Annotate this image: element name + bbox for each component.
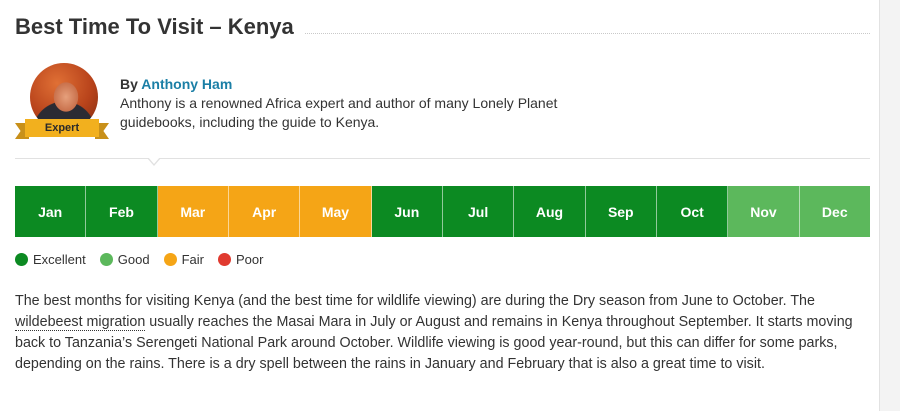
author-divider: [15, 157, 870, 186]
legend-dot-poor: [217, 252, 231, 266]
legend-label-fair: Fair: [181, 251, 204, 267]
expert-badge: Expert: [15, 119, 109, 141]
wildebeest-migration-link[interactable]: wildebeest migration: [15, 314, 146, 331]
author-block: Expert By Anthony Ham Anthony is a renow…: [15, 62, 870, 158]
by-prefix: By: [120, 76, 142, 92]
legend-item-poor: Poor: [217, 251, 264, 267]
month-jun[interactable]: Jun: [371, 186, 443, 237]
title-row: Best Time To Visit – Kenya: [15, 0, 870, 62]
month-jan[interactable]: Jan: [15, 186, 87, 237]
month-may[interactable]: May: [300, 186, 372, 237]
month-aug[interactable]: Aug: [514, 186, 586, 237]
best-time-section: Best Time To Visit – Kenya Expert By Ant…: [15, 0, 870, 375]
legend-dot-excellent: [15, 252, 28, 266]
legend-label-poor: Poor: [235, 251, 264, 267]
legend-item-good: Good: [99, 251, 150, 267]
divider-line: [15, 158, 870, 159]
badge-label: Expert: [25, 119, 99, 137]
month-oct[interactable]: Oct: [656, 186, 729, 237]
author-byline: By Anthony Ham: [120, 75, 610, 94]
author-info: By Anthony Ham Anthony is a renowned Afr…: [120, 75, 610, 132]
legend-item-excellent: Excellent: [15, 252, 86, 267]
legend-label-good: Good: [117, 251, 150, 267]
rating-legend: Excellent Good Fair Poor: [15, 251, 870, 267]
month-mar[interactable]: Mar: [157, 186, 229, 237]
month-feb[interactable]: Feb: [86, 186, 158, 237]
month-rating-bar: Jan Feb Mar Apr May Jun Jul Aug Sep Oct Nov Dec: [15, 186, 870, 237]
month-apr[interactable]: Apr: [228, 186, 301, 237]
description-text-1: The best months for visiting Kenya (and …: [15, 293, 815, 309]
legend-dot-fair: [163, 252, 177, 266]
month-jul[interactable]: Jul: [442, 186, 515, 237]
page-scroll-rail: [879, 0, 900, 411]
page-title: Best Time To Visit – Kenya: [15, 14, 304, 40]
author-name-link[interactable]: Anthony Ham: [141, 76, 232, 92]
month-dec[interactable]: Dec: [799, 186, 870, 237]
author-bio: Anthony is a renowned Africa expert and …: [120, 95, 558, 130]
legend-dot-good: [99, 252, 113, 266]
legend-item-fair: Fair: [163, 251, 204, 267]
month-sep[interactable]: Sep: [585, 186, 657, 237]
description-paragraph: The best months for visiting Kenya (and …: [15, 291, 865, 375]
month-nov[interactable]: Nov: [728, 186, 800, 237]
legend-label-excellent: Excellent: [33, 251, 86, 267]
